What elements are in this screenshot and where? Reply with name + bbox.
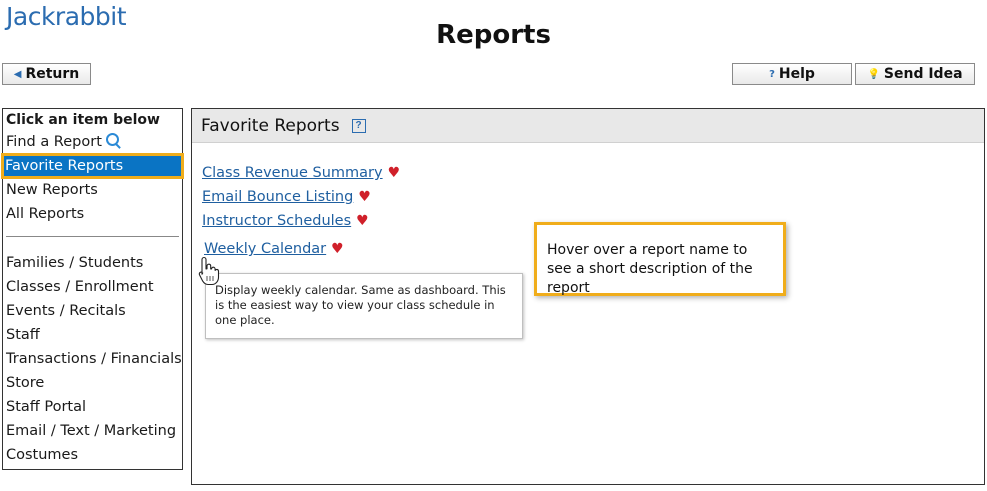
sidebar-item-new-reports[interactable]: New Reports [3, 178, 182, 202]
sidebar-item-find-a-report[interactable]: Find a Report [3, 130, 182, 154]
report-link-weekly-calendar[interactable]: Weekly Calendar [204, 241, 326, 257]
help-button[interactable]: ? Help [732, 63, 852, 85]
sidebar-item-label: Find a Report [6, 134, 102, 150]
report-row: Class Revenue Summary ♥ [202, 165, 400, 181]
report-link-email-bounce-listing[interactable]: Email Bounce Listing [202, 189, 353, 205]
sidebar-item-label: All Reports [6, 206, 85, 222]
sidebar-item-label: New Reports [6, 182, 98, 198]
help-button-label: Help [778, 66, 815, 82]
report-link-instructor-schedules[interactable]: Instructor Schedules [202, 213, 351, 229]
help-icon[interactable]: ? [351, 118, 366, 133]
hand-pointer-icon [198, 256, 220, 286]
report-row: Email Bounce Listing ♥ [202, 189, 371, 205]
sidebar-item-label: Favorite Reports [5, 158, 124, 174]
return-button[interactable]: ◀ Return [2, 63, 91, 85]
heart-icon[interactable]: ♥ [388, 165, 401, 181]
triangle-left-icon: ◀ [13, 68, 22, 80]
question-icon: ? [769, 68, 775, 80]
heart-icon[interactable]: ♥ [356, 213, 369, 229]
sidebar-item-transactions-financials[interactable]: Transactions / Financials [3, 347, 182, 371]
return-button-label: Return [25, 66, 80, 82]
sidebar-item-email-text-marketing[interactable]: Email / Text / Marketing [3, 419, 182, 443]
send-idea-button-label: Send Idea [883, 66, 963, 82]
sidebar-item-families-students[interactable]: Families / Students [3, 251, 182, 275]
panel-header: Favorite Reports ? [192, 109, 984, 143]
sidebar-item-costumes[interactable]: Costumes [3, 443, 182, 467]
sidebar-item-events-recitals[interactable]: Events / Recitals [3, 299, 182, 323]
sidebar: Click an item below Find a Report Favori… [1, 108, 184, 470]
sidebar-item-staff-portal[interactable]: Staff Portal [3, 395, 182, 419]
report-link-class-revenue-summary[interactable]: Class Revenue Summary [202, 165, 383, 181]
sidebar-item-favorite-reports[interactable]: Favorite Reports [1, 153, 184, 179]
report-row: Weekly Calendar ♥ [204, 241, 344, 257]
sidebar-item-staff[interactable]: Staff [3, 323, 182, 347]
heart-icon[interactable]: ♥ [331, 241, 344, 257]
heart-icon[interactable]: ♥ [358, 189, 371, 205]
sidebar-item-store[interactable]: Store [3, 371, 182, 395]
report-description-tooltip: Display weekly calendar. Same as dashboa… [205, 273, 523, 339]
sidebar-item-classes-enrollment[interactable]: Classes / Enrollment [3, 275, 182, 299]
page-title: Reports [436, 20, 551, 50]
sidebar-header: Click an item below [6, 112, 160, 128]
lightbulb-icon: 💡 [867, 68, 880, 80]
send-idea-button[interactable]: 💡 Send Idea [855, 63, 975, 85]
hover-hint-callout: Hover over a report name to see a short … [534, 222, 786, 296]
report-row: Instructor Schedules ♥ [202, 213, 369, 229]
sidebar-item-all-reports[interactable]: All Reports [3, 202, 182, 226]
panel-title: Favorite Reports [201, 115, 340, 136]
sidebar-divider [6, 236, 179, 237]
search-icon [105, 133, 119, 146]
